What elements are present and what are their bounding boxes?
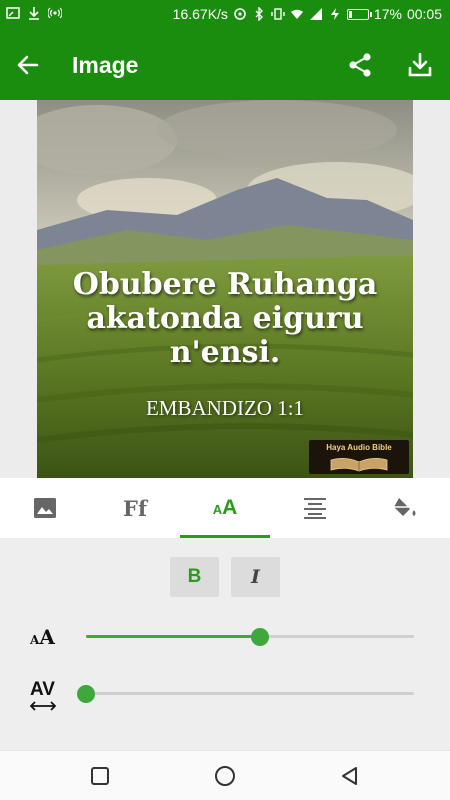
bold-button[interactable]: B [170,557,219,597]
back-icon[interactable] [339,765,361,787]
tab-background-image[interactable] [0,478,90,538]
network-speed: 16.67K/s [172,6,228,22]
text-style-panel: B I AA AV [0,538,450,750]
recent-apps-icon[interactable] [89,765,111,787]
battery-icon [346,8,372,20]
text-size-tab-icon: AA [212,496,238,519]
battery-percent: 17% [373,6,402,22]
watermark-logo: Haya Audio Bible [309,440,409,474]
home-icon[interactable] [214,765,236,787]
watermark-text: Haya Audio Bible [326,443,392,452]
share-icon[interactable] [346,51,374,79]
system-nav-bar [0,750,450,800]
slider-thumb[interactable] [250,628,269,646]
image-icon [34,498,56,518]
tab-font[interactable]: Ff [90,478,180,538]
slider-fill [86,635,260,638]
text-size-slider[interactable] [86,627,414,647]
letter-spacing-label: AV [30,679,55,700]
verse-reference: EMBANDIZO 1:1 [145,396,305,420]
vibrate-icon [271,8,285,20]
status-bar: 16.67K/s 17% 00:05 [0,0,450,30]
text-size-icon: AA [30,625,55,649]
tab-alignment[interactable] [270,478,360,538]
download-icon[interactable] [406,51,434,79]
tab-color[interactable] [360,478,450,538]
tab-text-size[interactable]: AA [180,478,270,538]
slider-track [86,692,414,695]
open-book-icon [330,458,388,472]
nfc-icon [234,8,246,20]
wifi-icon [290,9,303,19]
paint-bucket-icon [394,498,416,516]
bluetooth-icon [255,7,263,21]
page-title: Image [72,52,139,78]
letter-spacing-slider[interactable] [77,684,414,704]
preview-area: Obubere Ruhanga akatonda eiguru n'ensi. … [0,100,450,478]
clock: 00:05 [406,6,442,22]
back-arrow-icon[interactable] [14,51,42,79]
signal-icon [309,8,322,20]
verse-text: Obubere Ruhanga akatonda eiguru n'ensi. [72,267,378,370]
align-center-icon [304,498,326,519]
charging-icon [330,8,339,20]
hotspot-icon [48,7,62,19]
italic-button[interactable]: I [231,557,280,597]
slider-thumb[interactable] [77,685,95,703]
letter-spacing-icon: AV [30,679,56,711]
verse-image[interactable]: Obubere Ruhanga akatonda eiguru n'ensi. … [37,100,413,478]
download-status-icon [29,7,39,20]
horizontal-arrows-icon [30,701,56,711]
app-bar: Image [0,30,450,100]
font-tab-icon: Ff [123,495,147,521]
screen-mirror-icon [6,7,20,19]
editor-tabs: Ff AA [0,478,450,538]
